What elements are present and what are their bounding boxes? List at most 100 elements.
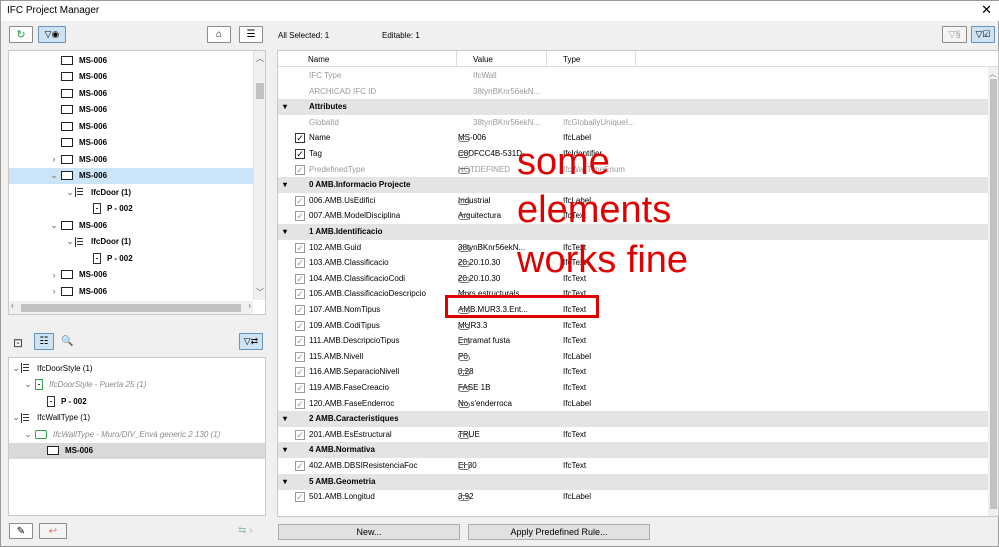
chevron-down-icon[interactable]: ⌄ — [23, 429, 33, 440]
tree-row[interactable]: MS-006 — [9, 69, 254, 85]
property-checkbox[interactable]: ✓ — [295, 367, 305, 378]
property-checkbox[interactable]: ✓ — [295, 164, 305, 175]
close-icon[interactable]: ✕ — [981, 2, 992, 18]
property-value[interactable]: 38tynBKnr56ekN... — [473, 87, 540, 96]
structure-view-button[interactable]: ⌂ — [207, 26, 231, 43]
property-grid[interactable]: Name Value Type IFC Type IfcWall ARCHICAD … — [277, 50, 999, 517]
property-checkbox[interactable]: ✓ — [295, 398, 305, 409]
property-row[interactable]: ✓ 115.AMB.Nivell P0 IfcLabel — [278, 349, 988, 365]
value-cell[interactable]: FASE 1B — [458, 383, 490, 392]
tree-row[interactable]: ⌄ MS-006 — [9, 217, 254, 233]
edit-button[interactable]: ✎ — [9, 523, 33, 539]
property-row[interactable]: ✓ 105.AMB.ClassificacioDescripcio Murs est… — [278, 286, 988, 302]
property-checkbox[interactable]: ✓ — [295, 320, 305, 331]
collapse-icon[interactable]: ▾ — [283, 477, 287, 486]
chevron-down-icon[interactable]: ⌄ — [11, 363, 21, 374]
tree-row[interactable]: › MS-006 — [9, 151, 254, 167]
chevron-down-icon[interactable]: ⌄ — [23, 379, 33, 390]
property-checkbox[interactable]: ✓ — [295, 429, 305, 440]
scroll-thumb[interactable] — [256, 83, 264, 99]
value-cell[interactable]: NOTDEFINED — [458, 165, 510, 174]
property-row[interactable]: ✓ Tag C8DFCC4B-531D-... IfcIdentifier — [278, 146, 988, 162]
value-cell[interactable]: TRUE — [458, 430, 480, 439]
collapse-icon[interactable]: ▾ — [283, 445, 287, 454]
tree-row[interactable]: › MS-006 — [9, 267, 254, 283]
property-row[interactable]: ✓ PredefinedType NOTDEFINED IfcWallTypeEnum — [278, 162, 988, 178]
property-row[interactable]: GlobalId 38tynBKnr56ekN... IfcGloballyUniq… — [278, 115, 988, 131]
add-property-icon[interactable]: ⊡ — [13, 336, 23, 350]
tree-row[interactable]: › MS-006 — [9, 283, 254, 299]
property-row[interactable]: ✓ 501.AMB.Longitud 3,92 IfcLabel — [278, 489, 988, 505]
value-cell[interactable]: 38tynBKnr56ekN... — [473, 87, 540, 96]
property-row[interactable]: ✓ 111.AMB.DescripcioTipus Entramat fusta If… — [278, 333, 988, 349]
value-cell[interactable]: 20.20.10.30 — [458, 258, 500, 268]
tree-row[interactable]: MS-006 — [9, 135, 254, 151]
value-cell[interactable]: MUR3.3 — [458, 321, 487, 330]
apply-predefined-rule-button[interactable]: Apply Predefined Rule... — [468, 524, 650, 540]
property-checkbox[interactable]: ✓ — [295, 133, 305, 144]
property-row[interactable]: ARCHICAD IFC ID 38tynBKnr56ekN... — [278, 84, 988, 100]
chevron-down-icon[interactable]: ⌄ — [49, 220, 59, 231]
property-checkbox[interactable]: ✓ — [295, 492, 305, 503]
new-button[interactable]: New... — [278, 524, 460, 540]
value-cell[interactable]: Entramat fusta — [458, 336, 510, 346]
value-cell[interactable]: EI 30 — [458, 461, 477, 470]
property-row[interactable]: ✓ 116.AMB.SeparacioNivell 0,28 IfcText — [278, 364, 988, 380]
remove-button[interactable]: ↩ — [39, 523, 67, 539]
property-value[interactable]: 38tynBKnr56ekN... — [473, 118, 540, 127]
property-checkbox[interactable]: ✓ — [295, 211, 305, 222]
property-row[interactable]: ✓ 109.AMB.CodiTipus MUR3.3 IfcText — [278, 318, 988, 334]
hierarchy-view-button[interactable]: ☷ — [34, 333, 54, 350]
list-view-button[interactable]: ☰ — [239, 26, 263, 43]
spatial-tree[interactable]: MS-006 MS-006 MS-006 MS-006 MS-006 MS-006 › MS-… — [8, 50, 266, 315]
property-group-row[interactable]: ▾ Attributes — [278, 99, 988, 116]
column-type-header[interactable]: Type — [563, 55, 580, 64]
filter-tree-button[interactable]: ▽⇄ — [239, 333, 263, 350]
type-tree-row[interactable]: ⌄ IfcDoorStyle - Puerta 25 (1) — [9, 377, 265, 393]
tree-row[interactable]: ⌄ IfcDoor (1) — [9, 184, 254, 200]
property-group-row[interactable]: ▾ 5 AMB.Geometria — [278, 473, 988, 490]
tree-row[interactable]: P - 002 — [9, 250, 254, 266]
collapse-icon[interactable]: ▾ — [283, 180, 287, 189]
property-filter-button[interactable]: ▽§ — [942, 26, 967, 43]
property-value[interactable]: IfcWall — [473, 71, 497, 80]
hscroll-thumb[interactable] — [21, 304, 241, 312]
sync-icon[interactable]: ⇆ › — [238, 525, 253, 536]
tree-row[interactable]: MS-006 — [9, 85, 254, 101]
tree-row[interactable]: MS-006 — [9, 102, 254, 118]
chevron-down-icon[interactable]: ⌄ — [49, 170, 59, 181]
column-value-header[interactable]: Value — [473, 55, 493, 64]
collapse-icon[interactable]: ▾ — [283, 227, 287, 236]
property-row[interactable]: ✓ 107.AMB.NomTipus AMB.MUR3.3.Ent... IfcTex… — [278, 302, 988, 318]
property-row[interactable]: ✓ 120.AMB.FaseEnderroc No s'enderroca IfcLa… — [278, 396, 988, 412]
value-cell[interactable]: 38tynBKnr56ekN... — [458, 243, 525, 252]
type-tree-row[interactable]: ⌄ IfcDoorStyle (1) — [9, 360, 265, 376]
property-checkbox[interactable]: ✓ — [295, 258, 305, 269]
property-row[interactable]: ✓ Name MS-006 IfcLabel — [278, 130, 988, 146]
search-icon[interactable]: 🔍 — [61, 336, 73, 347]
property-row[interactable]: ✓ 119.AMB.FaseCreacio FASE 1B IfcText — [278, 380, 988, 396]
property-row[interactable]: ✓ 402.AMB.DBSIResistenciaFoc EI 30 IfcText — [278, 458, 988, 474]
type-tree-row[interactable]: ⌄ IfcWallType (1) — [9, 410, 265, 426]
property-group-row[interactable]: ▾ 4 AMB.Normativa — [278, 442, 988, 459]
grid-vertical-scrollbar[interactable]: ︿ — [988, 67, 998, 516]
refresh-button[interactable]: ↻ — [9, 26, 33, 43]
property-checkbox[interactable]: ✓ — [295, 149, 305, 159]
type-tree-row[interactable]: MS-006 — [9, 442, 265, 459]
value-cell[interactable]: Arquitectura — [458, 211, 501, 221]
chevron-down-icon[interactable]: ⌄ — [11, 412, 21, 423]
collapse-icon[interactable]: ▾ — [283, 414, 287, 423]
property-row[interactable]: ✓ 201.AMB.EsEstructural TRUE IfcText — [278, 427, 988, 443]
property-checkbox[interactable]: ✓ — [295, 383, 305, 393]
collapse-icon[interactable]: ▾ — [283, 102, 287, 111]
tree-horizontal-scrollbar[interactable]: ‹ › — [9, 301, 253, 314]
tree-row[interactable]: MS-006 — [9, 52, 254, 68]
tree-row[interactable]: ⌄ IfcDoor (1) — [9, 234, 254, 250]
chevron-right-icon[interactable]: › — [49, 270, 59, 280]
chevron-right-icon[interactable]: › — [49, 154, 59, 164]
chevron-right-icon[interactable]: › — [49, 286, 59, 296]
value-cell[interactable]: 38tynBKnr56ekN... — [473, 118, 540, 127]
property-checkbox[interactable]: ✓ — [295, 351, 305, 362]
type-tree-row[interactable]: ⌄ IfcWallType - Muro/DIV_Envà generic 2 1… — [9, 426, 265, 442]
value-cell[interactable]: MS-006 — [458, 133, 486, 143]
